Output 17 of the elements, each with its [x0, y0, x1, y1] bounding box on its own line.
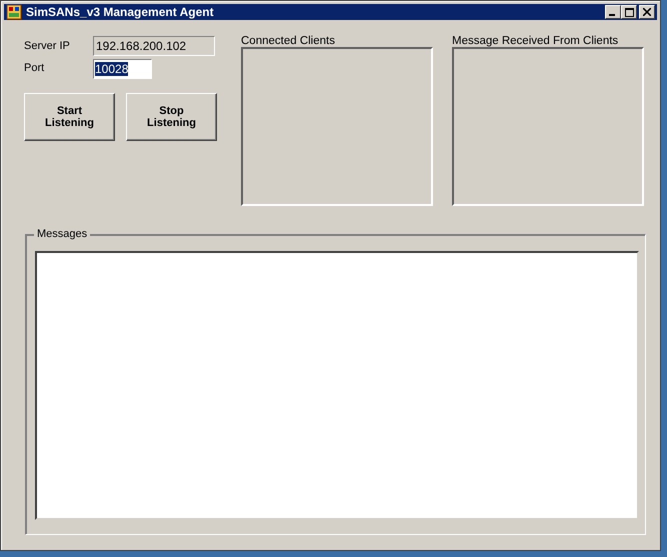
listen-button[interactable]: Stop Listening — [126, 93, 217, 141]
maximize-icon — [624, 8, 634, 16]
window-title: SimSANs_v3 Management Agent — [26, 5, 215, 19]
close-icon — [643, 8, 651, 16]
field-label: Server IP — [24, 40, 71, 52]
list-label: Connected Clients — [241, 35, 336, 47]
list-box[interactable] — [452, 47, 644, 206]
close-button[interactable] — [639, 5, 655, 19]
minimize-button[interactable] — [605, 5, 621, 19]
list-box[interactable] — [241, 47, 433, 206]
field-label: Port — [24, 62, 46, 74]
app-icon — [6, 4, 22, 20]
input-field[interactable]: 10028 — [93, 59, 152, 79]
maximize-button[interactable] — [621, 5, 637, 19]
listen-button[interactable]: Start Listening — [24, 93, 115, 141]
list-label: Message Received From Clients — [452, 35, 620, 47]
group-label: Messages — [34, 228, 90, 240]
